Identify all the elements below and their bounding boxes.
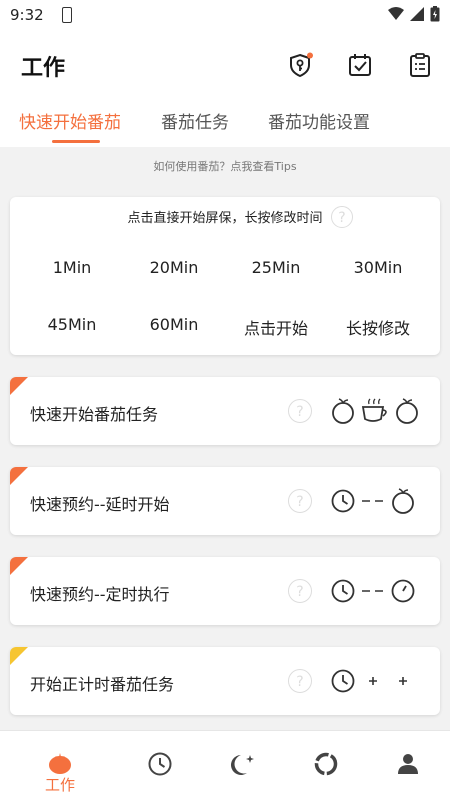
status-icons — [388, 6, 440, 22]
donut-chart-icon — [314, 752, 338, 776]
sim-card-icon — [62, 7, 72, 23]
tomato-icon — [49, 753, 71, 774]
page-title: 工作 — [21, 56, 66, 81]
shield-key-button[interactable] — [288, 52, 314, 78]
coffee-cup-icon — [361, 398, 387, 422]
dash-line-icon — [362, 590, 383, 592]
wifi-icon — [388, 7, 404, 20]
task-flow-icons — [330, 665, 416, 697]
status-time: 9:32 — [10, 6, 44, 24]
duration-30min[interactable]: 30Min — [328, 258, 428, 277]
nav-statistics[interactable] — [306, 751, 346, 781]
task-card-quick-start[interactable]: 快速开始番茄任务 ? — [10, 377, 440, 445]
signal-icon — [410, 7, 424, 21]
task-card-scheduled[interactable]: 快速预约--定时执行 ? — [10, 557, 440, 625]
corner-tag — [10, 467, 28, 485]
alarm-clock-icon — [391, 579, 415, 603]
duration-25min[interactable]: 25Min — [226, 258, 326, 277]
task-flow-icons — [330, 395, 420, 427]
quick-start-card: 点击直接开始屏保，长按修改时间 ? 1Min 20Min 25Min 30Min… — [10, 197, 440, 355]
calendar-check-icon — [349, 54, 371, 76]
shield-key-icon — [290, 52, 313, 78]
help-icon[interactable]: ? — [288, 669, 312, 693]
clipboard-list-button[interactable] — [407, 52, 433, 78]
help-icon[interactable]: ? — [288, 489, 312, 513]
nav-sleep[interactable] — [224, 751, 264, 781]
battery-icon — [430, 6, 440, 22]
bottom-nav: 工作 — [0, 730, 450, 800]
corner-tag — [10, 377, 28, 395]
clipboard-list-icon — [410, 53, 430, 77]
duration-20min[interactable]: 20Min — [124, 258, 224, 277]
nav-profile[interactable] — [388, 751, 428, 781]
clock-icon — [148, 752, 172, 776]
task-card-count-up[interactable]: 开始正计时番茄任务 ? — [10, 647, 440, 715]
plus-icon — [369, 677, 377, 685]
person-icon — [398, 754, 418, 774]
duration-45min[interactable]: 45Min — [22, 315, 122, 334]
dash-line-icon — [362, 500, 383, 502]
long-press-edit-button[interactable]: 长按修改 — [328, 315, 428, 339]
help-icon[interactable]: ? — [288, 399, 312, 423]
task-flow-icons — [330, 485, 416, 517]
task-label: 快速预约--定时执行 — [30, 585, 170, 604]
corner-tag — [10, 557, 28, 575]
nav-work-label: 工作 — [44, 776, 75, 794]
tips-link[interactable]: 如何使用番茄？点我查看Tips — [0, 158, 450, 174]
tomato-icon — [332, 398, 354, 424]
duration-60min[interactable]: 60Min — [124, 315, 224, 334]
task-label: 快速预约--延时开始 — [30, 495, 170, 514]
status-bar: 9:32 — [0, 0, 450, 32]
tomato-icon — [392, 488, 414, 514]
calendar-check-button[interactable] — [347, 52, 373, 78]
duration-1min[interactable]: 1Min — [22, 258, 122, 277]
tap-to-start-button[interactable]: 点击开始 — [226, 315, 326, 339]
active-tab-indicator — [52, 140, 100, 143]
tab-pomodoro-tasks[interactable]: 番茄任务 — [161, 108, 229, 133]
clock-icon — [331, 579, 355, 603]
quick-start-heading: 点击直接开始屏保，长按修改时间 — [127, 211, 323, 226]
tomato-icon — [396, 398, 418, 424]
header: 工作 快速开始番茄 番茄任务 番茄功能设置 — [0, 32, 450, 147]
help-icon[interactable]: ? — [288, 579, 312, 603]
corner-tag — [10, 647, 28, 665]
clock-icon — [331, 669, 355, 693]
clock-icon — [331, 489, 355, 513]
task-card-delayed-start[interactable]: 快速预约--延时开始 ? — [10, 467, 440, 535]
task-label: 开始正计时番茄任务 — [30, 675, 175, 694]
plus-icon — [399, 677, 407, 685]
task-flow-icons — [330, 575, 416, 607]
task-label: 快速开始番茄任务 — [30, 405, 159, 424]
tab-pomodoro-settings[interactable]: 番茄功能设置 — [268, 108, 370, 133]
tab-bar: 快速开始番茄 番茄任务 番茄功能设置 — [0, 102, 450, 146]
tab-quick-start[interactable]: 快速开始番茄 — [19, 108, 121, 133]
nav-history[interactable] — [140, 751, 180, 781]
moon-star-icon — [231, 755, 254, 775]
help-icon[interactable]: ? — [331, 206, 353, 228]
